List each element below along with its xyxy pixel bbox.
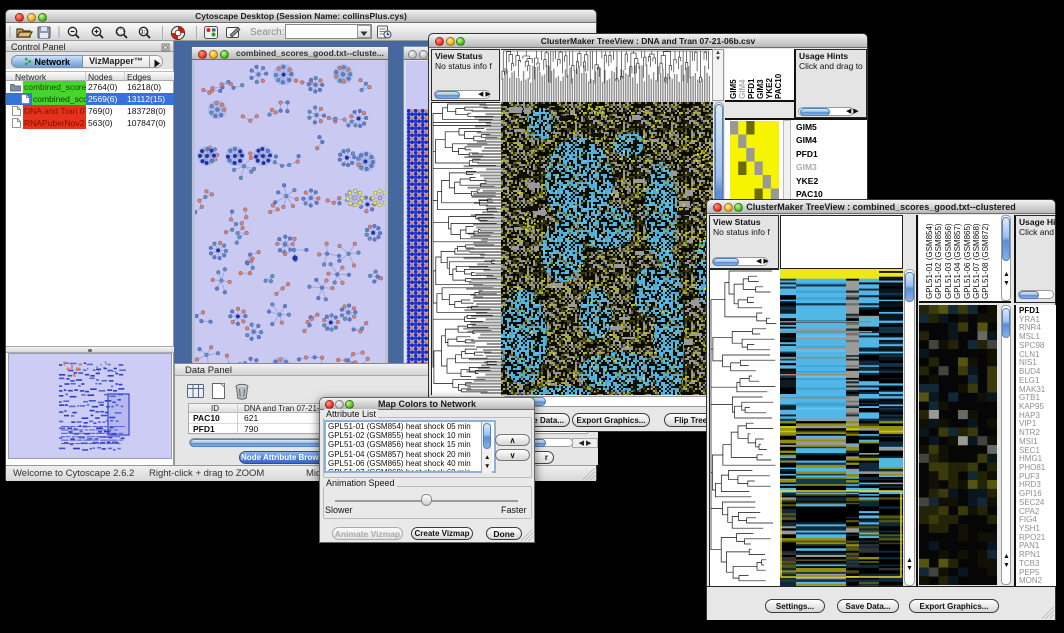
svg-text:1:1: 1:1 [141,29,149,35]
